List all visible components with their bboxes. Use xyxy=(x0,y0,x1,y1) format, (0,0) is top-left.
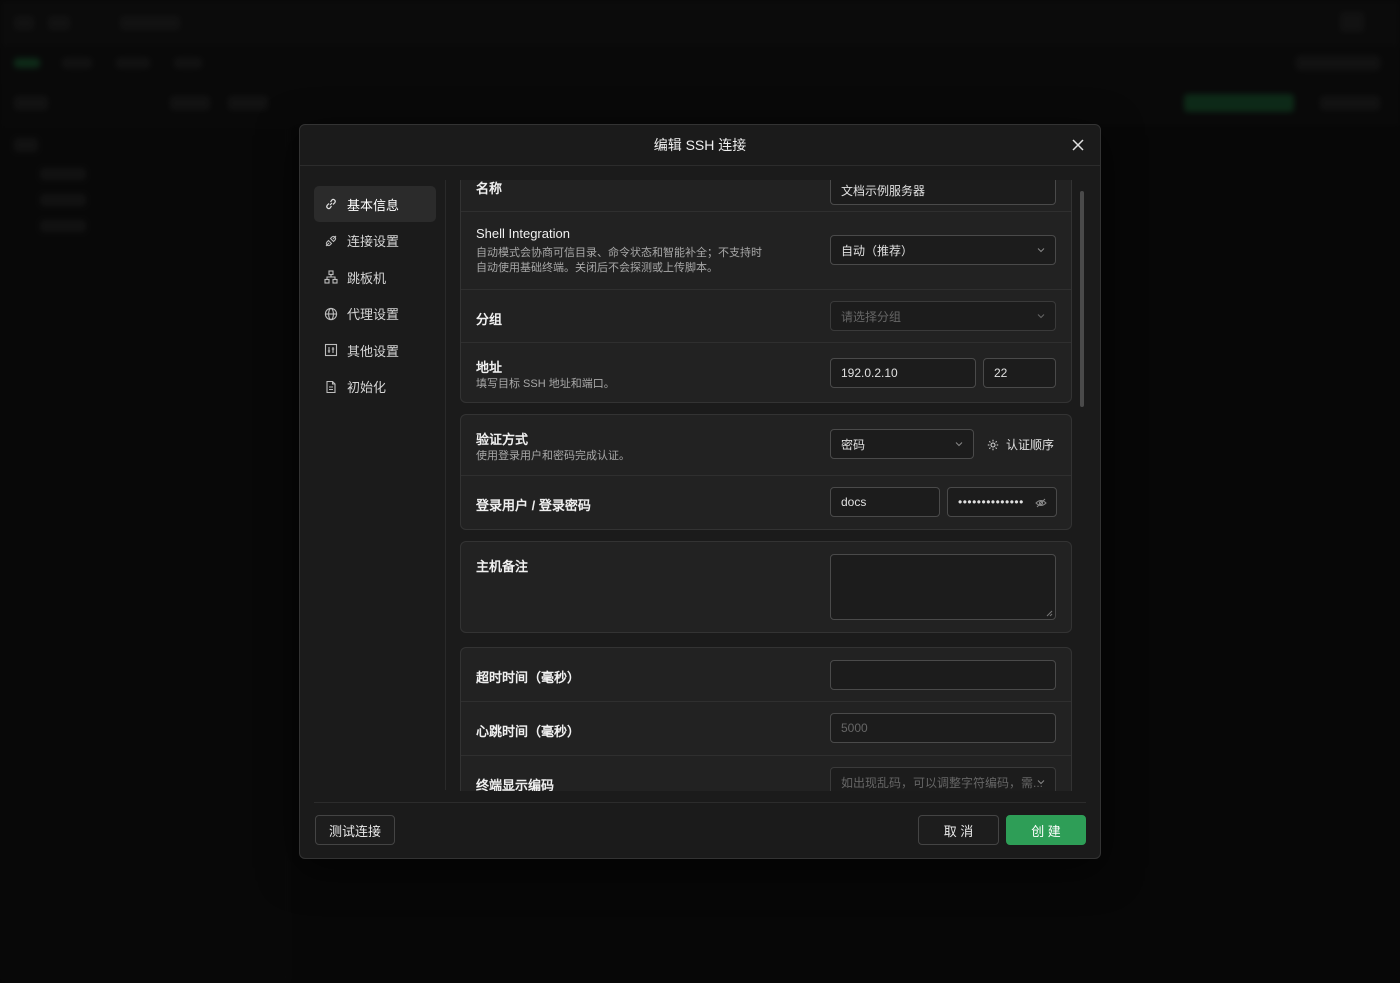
group-select[interactable]: 请选择分组 xyxy=(830,301,1056,331)
host-input[interactable]: 192.0.2.10 xyxy=(830,358,976,388)
nav-item-jump-host[interactable]: 跳板机 xyxy=(314,259,436,295)
nav-item-initialization[interactable]: 初始化 xyxy=(314,369,436,405)
shell-integration-select[interactable]: 自动（推荐） xyxy=(830,235,1056,265)
sliders-icon xyxy=(324,343,338,357)
address-row: 地址 填写目标 SSH 地址和端口。 192.0.2.10 22 xyxy=(461,343,1071,402)
footer-divider xyxy=(314,802,1086,803)
auth-method-row: 验证方式 使用登录用户和密码完成认证。 密码 认证顺序 xyxy=(461,415,1071,476)
name-input[interactable]: 文档示例服务器 xyxy=(830,180,1056,205)
encoding-row: 终端显示编码 如出现乱码，可以调整字符编码，需... xyxy=(461,756,1071,791)
timeout-row: 超时时间（毫秒） xyxy=(461,648,1071,702)
link-icon xyxy=(324,197,338,211)
nav-item-label: 基本信息 xyxy=(347,197,400,213)
host-note-label: 主机备注 xyxy=(476,559,529,574)
encoding-select[interactable]: 如出现乱码，可以调整字符编码，需... xyxy=(830,767,1056,791)
heartbeat-label: 心跳时间（毫秒） xyxy=(476,724,581,739)
address-label: 地址 xyxy=(476,360,503,375)
nav-divider xyxy=(445,180,446,790)
plug-icon xyxy=(324,234,338,248)
timeout-label: 超时时间（毫秒） xyxy=(476,670,581,685)
port-input[interactable]: 22 xyxy=(983,358,1056,388)
settings-nav: 基本信息 连接设置 跳板机 代理设置 其他设置 初始化 xyxy=(314,186,436,405)
chevron-down-icon xyxy=(1037,780,1045,785)
resize-handle-icon[interactable] xyxy=(1045,609,1053,617)
auth-method-select[interactable]: 密码 xyxy=(830,429,974,459)
credentials-row: 登录用户 / 登录密码 docs •••••••••••••• xyxy=(461,476,1071,529)
timing-card: 超时时间（毫秒） 心跳时间（毫秒） 5000 终端显示编码 如出现乱码，可以调整… xyxy=(460,647,1072,791)
nav-item-label: 代理设置 xyxy=(347,307,400,322)
globe-icon xyxy=(324,307,338,321)
create-button[interactable]: 创 建 xyxy=(1006,815,1086,845)
chevron-down-icon xyxy=(955,442,963,447)
name-row: 名称 文档示例服务器 xyxy=(461,180,1071,212)
shell-integration-label: Shell Integration xyxy=(476,226,570,241)
edit-ssh-dialog: 编辑 SSH 连接 基本信息 连接设置 跳板机 代理设置 其他设置 初始化 名称… xyxy=(299,124,1101,859)
dialog-header: 编辑 SSH 连接 xyxy=(300,125,1100,166)
nav-item-proxy-settings[interactable]: 代理设置 xyxy=(314,296,436,332)
content-scrollbar[interactable] xyxy=(1080,191,1084,407)
username-input[interactable]: docs xyxy=(830,487,940,517)
password-value: •••••••••••••• xyxy=(958,495,1024,509)
note-card: 主机备注 xyxy=(460,541,1072,633)
shell-integration-value: 自动（推荐） xyxy=(841,243,914,258)
cancel-button[interactable]: 取 消 xyxy=(918,815,999,845)
gear-icon xyxy=(987,439,999,450)
chevron-down-icon xyxy=(1037,314,1045,319)
password-input[interactable]: •••••••••••••• xyxy=(947,487,1057,517)
form-content[interactable]: 名称 文档示例服务器 Shell Integration 自动模式会协商可信目录… xyxy=(460,180,1072,791)
test-connection-button[interactable]: 测试连接 xyxy=(315,815,395,845)
nav-item-label: 跳板机 xyxy=(347,270,387,286)
file-icon xyxy=(324,380,338,394)
nav-item-connection-settings[interactable]: 连接设置 xyxy=(314,223,436,259)
network-icon xyxy=(324,270,338,284)
group-row: 分组 请选择分组 xyxy=(461,290,1071,343)
close-button[interactable] xyxy=(1068,135,1088,155)
encoding-placeholder: 如出现乱码，可以调整字符编码，需... xyxy=(841,775,1044,790)
nav-item-label: 其他设置 xyxy=(347,343,400,359)
chevron-down-icon xyxy=(1037,248,1045,253)
auth-order-label: 认证顺序 xyxy=(1006,438,1055,452)
shell-integration-row: Shell Integration 自动模式会协商可信目录、命令状态和智能补全；… xyxy=(461,212,1071,290)
group-label: 分组 xyxy=(476,312,503,327)
heartbeat-row: 心跳时间（毫秒） 5000 xyxy=(461,702,1071,756)
nav-item-basic-info[interactable]: 基本信息 xyxy=(314,186,436,222)
auth-card: 验证方式 使用登录用户和密码完成认证。 密码 认证顺序 登录用户 / 登录密码 … xyxy=(460,414,1072,530)
close-icon xyxy=(1072,139,1084,151)
heartbeat-input[interactable]: 5000 xyxy=(830,713,1056,743)
auth-method-label: 验证方式 xyxy=(476,432,529,447)
nav-item-label: 初始化 xyxy=(347,380,387,395)
shell-integration-desc-2: 自动使用基础终端。关闭后不会探测或上传脚本。 xyxy=(476,262,718,274)
group-placeholder: 请选择分组 xyxy=(841,309,902,324)
host-note-textarea[interactable] xyxy=(830,554,1056,620)
auth-method-desc: 使用登录用户和密码完成认证。 xyxy=(476,450,630,462)
address-desc: 填写目标 SSH 地址和端口。 xyxy=(476,378,615,390)
credentials-label: 登录用户 / 登录密码 xyxy=(476,498,591,513)
auth-order-button[interactable]: 认证顺序 xyxy=(987,436,1054,453)
name-label: 名称 xyxy=(476,181,503,196)
nav-item-other-settings[interactable]: 其他设置 xyxy=(314,332,436,368)
timeout-input[interactable] xyxy=(830,660,1056,690)
basic-card: 名称 文档示例服务器 Shell Integration 自动模式会协商可信目录… xyxy=(460,180,1072,403)
nav-item-label: 连接设置 xyxy=(347,234,400,249)
dialog-title: 编辑 SSH 连接 xyxy=(653,137,747,153)
auth-method-value: 密码 xyxy=(841,437,866,452)
eye-off-icon[interactable] xyxy=(1035,497,1047,509)
shell-integration-desc-1: 自动模式会协商可信目录、命令状态和智能补全；不支持时 xyxy=(476,247,762,259)
encoding-label: 终端显示编码 xyxy=(476,778,555,791)
